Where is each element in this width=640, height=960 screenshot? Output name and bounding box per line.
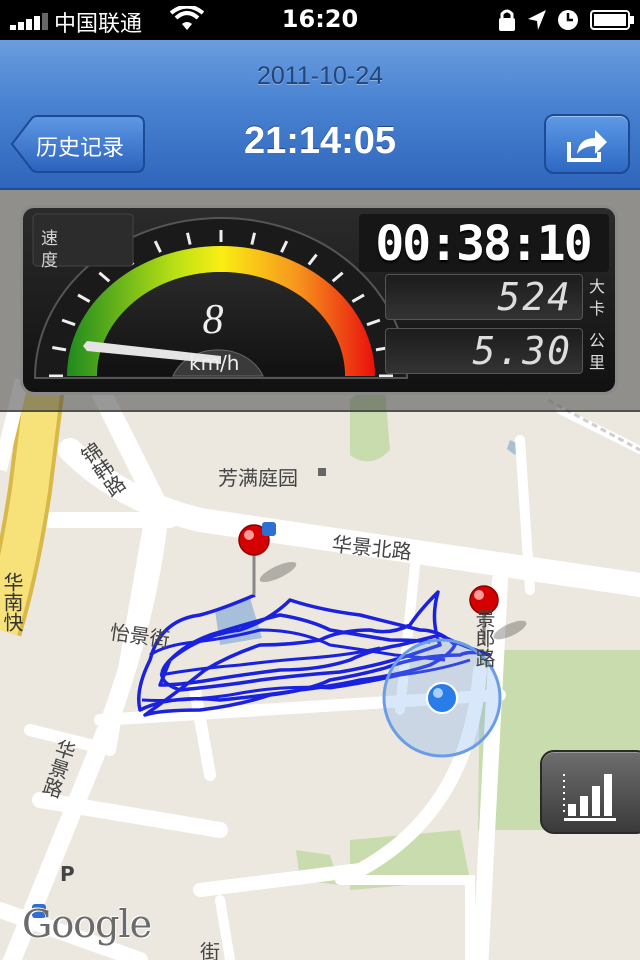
lock-rotation-icon [499,9,515,31]
bar-chart-icon [563,774,616,821]
distance-value: 5.30 [472,329,572,373]
calories-value: 524 [497,275,572,319]
distance-unit: 公里 [589,331,606,372]
speed-value: 8 [202,297,224,343]
parking-icon: P [60,862,75,886]
speed-label: 速度 [41,229,58,271]
alarm-icon [558,10,578,30]
share-button[interactable] [544,114,630,174]
history-back-button[interactable]: 历史记录 [10,114,146,174]
map-label-road-jingtao: 景郎路 [472,608,496,668]
distance-readout: 5.30 [385,328,583,374]
battery-icon [590,10,634,30]
map-label-garden: 芳满庭园 [218,466,298,490]
current-location-dot [426,682,458,714]
map-label-road-bottom: 街 [200,940,220,960]
bus-stop-icon [262,522,276,536]
map-label-road-huanan: 华南快 [0,572,24,632]
speed-unit: km/h [189,351,240,375]
dashboard-panel: 速度 8 km/h 00:38:10 524 大卡 5.30 公里 [0,190,640,412]
record-date: 2011-10-24 [256,62,384,90]
elapsed-timer: 00:38:10 [375,216,592,272]
share-icon [567,130,607,162]
nav-bar: 2011-10-24 21:14:05 历史记录 [0,40,640,190]
calories-readout: 524 [385,274,583,320]
calories-unit: 大卡 [589,277,606,318]
status-bar: 中国联通 16:20 [0,0,640,40]
google-logo: Google [22,902,152,946]
statistics-button[interactable] [540,750,640,834]
location-icon [528,10,546,30]
back-button-label: 历史记录 [36,136,125,161]
dashboard: 速度 8 km/h 00:38:10 524 大卡 5.30 公里 [20,205,618,395]
